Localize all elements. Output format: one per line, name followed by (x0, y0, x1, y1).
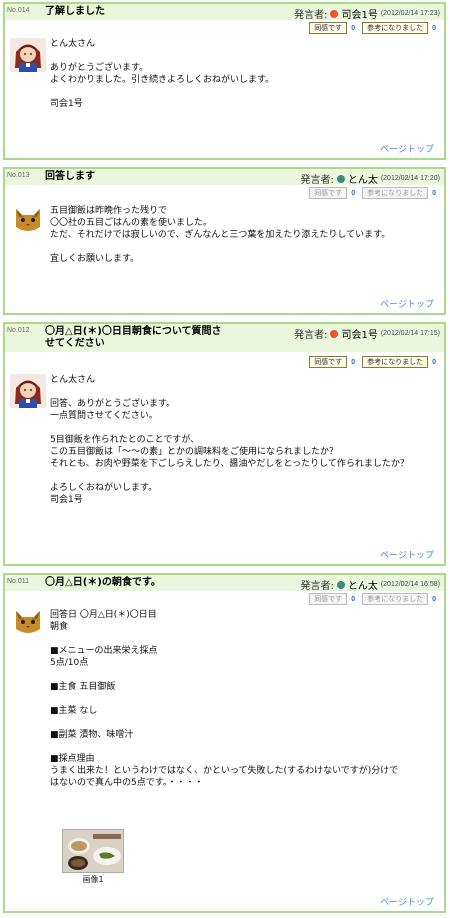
vote-buttons: 同感です 0 参考になりました 0 (309, 356, 439, 368)
poster-status-icon (330, 329, 339, 338)
vote-buttons: 同感です 0 参考になりました 0 (309, 22, 439, 34)
page-top-link[interactable]: ページトップ (380, 142, 434, 155)
poster-info: 発言者: 司会1号 (2012/02/14 17:15) (294, 326, 440, 341)
poster-name[interactable]: とん太 (348, 577, 378, 592)
post-title: 了解しました (45, 6, 105, 17)
post-header: No.013 回答します 発言者: とん太 (2012/02/14 17:20) (5, 169, 444, 186)
poster-name[interactable]: 司会1号 (341, 326, 377, 341)
agree-button[interactable]: 同感です (309, 22, 348, 34)
image-caption: 画像1 (82, 875, 104, 884)
post-body: 回答日 〇月△日(＊)〇日目 朝食 ■メニューの出来栄え採点 5点/10点 ■主… (50, 610, 399, 788)
helpful-button[interactable]: 参考になりました (362, 593, 429, 605)
helpful-count: 0 (432, 595, 436, 603)
poster-info: 発言者: 司会1号 (2012/02/14 17:23) (294, 6, 440, 21)
agree-count: 0 (351, 189, 356, 197)
attached-image[interactable]: 画像1 (62, 829, 124, 885)
post-011: No.011 〇月△日(＊)の朝食です。 発言者: とん太 (2012/02/1… (3, 573, 446, 913)
girl-avatar-icon (10, 374, 46, 408)
poster-name[interactable]: 司会1号 (341, 6, 377, 21)
post-number: No.011 (7, 578, 30, 585)
agree-button[interactable]: 同感です (309, 356, 348, 368)
poster-info: 発言者: とん太 (2012/02/14 16:58) (300, 577, 440, 592)
post-header: No.014 了解しました 発言者: 司会1号 (2012/02/14 17:2… (5, 4, 444, 21)
helpful-count: 0 (432, 189, 436, 197)
post-013: No.013 回答します 発言者: とん太 (2012/02/14 17:20)… (3, 167, 446, 315)
poster-status-icon (330, 9, 339, 18)
post-title: 回答します (45, 171, 95, 182)
cat-avatar-icon (10, 203, 46, 237)
vote-buttons: 同感です 0 参考になりました 0 (309, 187, 439, 199)
helpful-button[interactable]: 参考になりました (362, 356, 429, 368)
post-014: No.014 了解しました 発言者: 司会1号 (2012/02/14 17:2… (3, 2, 446, 160)
page-top-link[interactable]: ページトップ (380, 548, 434, 561)
girl-avatar-icon (10, 38, 46, 72)
post-date: (2012/02/14 16:58) (380, 581, 440, 588)
poster-label: 発言者: (300, 581, 334, 592)
post-date: (2012/02/14 17:23) (380, 10, 440, 17)
post-title-line-1: 〇月△日(＊)〇日目朝食について質問さ (45, 326, 222, 337)
helpful-button[interactable]: 参考になりました (362, 187, 429, 199)
poster-label: 発言者: (300, 175, 334, 186)
page-top-link[interactable]: ページトップ (380, 895, 434, 908)
page-top-link[interactable]: ページトップ (380, 297, 434, 310)
post-body: 五目御飯は昨晩作った残りで 〇〇社の五目ごはんの素を使いました。 ただ、それだけ… (50, 206, 391, 264)
helpful-button[interactable]: 参考になりました (362, 22, 429, 34)
agree-count: 0 (351, 358, 356, 366)
post-012: No.012 〇月△日(＊)〇日目朝食について質問さ せてください 発言者: 司… (3, 322, 446, 566)
poster-label: 発言者: (294, 10, 328, 21)
helpful-count: 0 (432, 358, 436, 366)
post-number: No.013 (7, 172, 30, 179)
poster-info: 発言者: とん太 (2012/02/14 17:20) (300, 171, 440, 186)
post-date: (2012/02/14 17:15) (380, 330, 440, 337)
breakfast-photo[interactable] (62, 829, 124, 873)
vote-buttons: 同感です 0 参考になりました 0 (309, 593, 439, 605)
post-title-line-2: せてください (45, 338, 105, 349)
post-date: (2012/02/14 17:20) (380, 175, 440, 182)
agree-button[interactable]: 同感です (309, 187, 348, 199)
post-body: とん太さん 回答、ありがとうございます。 一点質問させてください。 5目御飯を作… (50, 375, 409, 505)
post-number: No.014 (7, 7, 30, 14)
post-number: No.012 (7, 327, 30, 334)
agree-button[interactable]: 同感です (309, 593, 348, 605)
helpful-count: 0 (432, 24, 436, 32)
agree-count: 0 (351, 24, 356, 32)
poster-status-icon (336, 580, 345, 589)
post-body: とん太さん ありがとうございます。 よくわかりました。引き続きよろしくおねがいし… (50, 39, 275, 109)
post-title: 〇月△日(＊)の朝食です。 (45, 577, 161, 588)
agree-count: 0 (351, 595, 356, 603)
poster-name[interactable]: とん太 (348, 171, 378, 186)
poster-status-icon (336, 174, 345, 183)
cat-avatar-icon (10, 605, 46, 639)
post-header: No.012 〇月△日(＊)〇日目朝食について質問さ せてください 発言者: 司… (5, 324, 444, 352)
poster-label: 発言者: (294, 330, 328, 341)
post-header: No.011 〇月△日(＊)の朝食です。 発言者: とん太 (2012/02/1… (5, 575, 444, 592)
